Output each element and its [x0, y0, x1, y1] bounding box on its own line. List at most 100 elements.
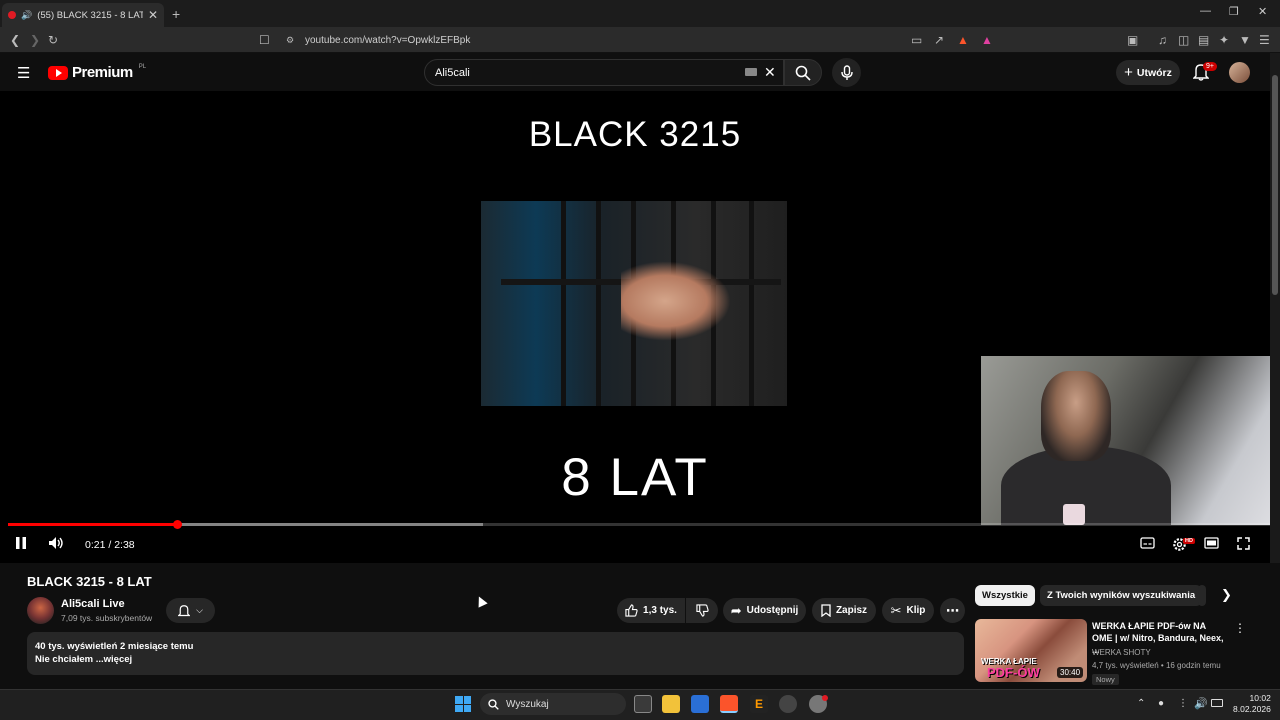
- leo-ai-icon[interactable]: ✦: [1219, 32, 1229, 48]
- clip-button[interactable]: ✂ Klip: [882, 598, 934, 623]
- video-duration: 30:40: [1057, 667, 1084, 678]
- app-notification-dot: [822, 695, 828, 701]
- clock-time: 10:02: [1249, 693, 1271, 703]
- scrollbar[interactable]: [1270, 53, 1280, 563]
- speaker-icon[interactable]: 🔊: [21, 10, 32, 21]
- bell-icon: [178, 604, 191, 616]
- microphone-tray-icon[interactable]: ●: [1158, 698, 1164, 709]
- subscribed-button[interactable]: ⌵: [166, 598, 215, 623]
- browser-tab-bar: [0, 0, 1280, 27]
- youtube-logo[interactable]: Premium PL: [48, 64, 146, 81]
- channel-avatar[interactable]: [27, 597, 54, 624]
- scissors-icon: ✂: [890, 602, 902, 618]
- clock-date: 8.02.2026: [1233, 704, 1271, 714]
- description-box[interactable]: 40 tys. wyświetleń 2 miesiące temu Nie c…: [27, 632, 964, 675]
- new-tab-button[interactable]: +: [172, 6, 180, 22]
- more-vertical-icon[interactable]: ⋮: [1234, 621, 1246, 635]
- site-info-icon[interactable]: ⚙: [286, 32, 294, 48]
- tray-chevron-icon[interactable]: ⌃: [1137, 698, 1145, 709]
- share-icon: ➦: [730, 602, 742, 618]
- thumbs-up-icon: [625, 604, 638, 617]
- taskbar-search[interactable]: Wyszukaj: [480, 693, 626, 715]
- pause-button[interactable]: [15, 536, 27, 553]
- fullscreen-button[interactable]: [1237, 537, 1250, 553]
- task-view-icon[interactable]: [634, 695, 652, 713]
- video-frame-title: BLACK 3215: [528, 115, 742, 154]
- account-avatar[interactable]: [1229, 62, 1250, 83]
- sidebar-icon[interactable]: ◫: [1178, 32, 1189, 48]
- taskbar-search-label: Wyszukaj: [506, 698, 549, 710]
- browser-tab[interactable]: 🔊 (55) BLACK 3215 - 8 LAT - YouTube ✕: [2, 3, 164, 27]
- forward-icon[interactable]: ❯: [30, 32, 40, 48]
- logo-text: Premium: [72, 64, 133, 81]
- share-label: Udostępnij: [746, 605, 799, 616]
- battery-icon[interactable]: [1211, 699, 1223, 707]
- progress-scrubber[interactable]: [173, 520, 182, 529]
- restore-icon[interactable]: ❐: [1229, 5, 1239, 18]
- clip-label: Klip: [906, 605, 926, 616]
- channel-subscribers: 7,09 tys. subskrybentów: [61, 613, 153, 623]
- dislike-button[interactable]: [686, 598, 718, 623]
- app-e-icon[interactable]: E: [750, 695, 768, 713]
- more-actions-button[interactable]: ⋯: [940, 598, 965, 623]
- quality-badge: HD: [1183, 538, 1195, 544]
- chevron-down-icon: ⌵: [196, 605, 203, 615]
- save-button[interactable]: Zapisz: [812, 598, 876, 623]
- thumbs-down-icon: [695, 604, 709, 617]
- share-button[interactable]: ➦ Udostępnij: [723, 598, 806, 623]
- search-icon: [488, 698, 499, 710]
- volume-tray-icon[interactable]: 🔊: [1194, 697, 1208, 710]
- notification-badge: 9+: [1203, 62, 1217, 71]
- search-icon: [795, 65, 811, 81]
- recording-icon: [8, 11, 16, 19]
- thumbnail-text-2: PDF-ÓW: [987, 665, 1040, 680]
- search-value: Ali5cali: [435, 66, 470, 79]
- bookmark-icon[interactable]: ☐: [259, 32, 270, 48]
- network-icon[interactable]: ⋮: [1178, 698, 1188, 709]
- create-button[interactable]: + Utwórz: [1116, 60, 1180, 85]
- like-count: 1,3 tys.: [643, 605, 677, 616]
- keyboard-icon[interactable]: [745, 68, 757, 76]
- close-tab-icon[interactable]: ✕: [148, 9, 158, 21]
- close-window-icon[interactable]: ✕: [1258, 5, 1267, 18]
- subtitles-button[interactable]: [1140, 537, 1155, 552]
- scrollbar-thumb[interactable]: [1272, 75, 1278, 295]
- like-button[interactable]: 1,3 tys.: [617, 598, 685, 623]
- mouse-cursor: [474, 594, 488, 608]
- wallet-icon[interactable]: ▤: [1198, 32, 1209, 48]
- guide-menu-icon[interactable]: ☰: [17, 64, 30, 82]
- video-title: BLACK 3215 - 8 LAT: [27, 574, 152, 589]
- music-icon[interactable]: ♫: [1158, 32, 1167, 48]
- brave-browser-icon[interactable]: [720, 695, 738, 713]
- start-button[interactable]: [455, 696, 471, 712]
- chip-all[interactable]: Wszystkie: [975, 585, 1035, 606]
- chip-partial[interactable]: [1198, 585, 1206, 606]
- recommended-channel[interactable]: WERKA SHOTY: [1092, 648, 1151, 657]
- search-input[interactable]: Ali5cali: [424, 59, 784, 86]
- create-label: Utwórz: [1136, 66, 1172, 79]
- file-explorer-icon[interactable]: [662, 695, 680, 713]
- chip-from-search[interactable]: Z Twoich wyników wyszukiwania: [1040, 585, 1203, 606]
- channel-name[interactable]: Ali5cali Live: [61, 598, 125, 610]
- menu-icon[interactable]: ☰: [1259, 32, 1270, 48]
- cast-icon[interactable]: ▭: [911, 32, 922, 48]
- logo-region: PL: [138, 63, 147, 70]
- theater-mode-button[interactable]: [1204, 537, 1219, 552]
- address-bar[interactable]: youtube.com/watch?v=OpwklzEFBpk: [280, 29, 1000, 51]
- minimize-icon[interactable]: —: [1200, 5, 1211, 17]
- store-icon[interactable]: [691, 695, 709, 713]
- brave-shields-icon[interactable]: ▲: [957, 32, 969, 48]
- system-clock[interactable]: 10:02 8.02.2026: [1233, 693, 1271, 715]
- back-icon[interactable]: ❮: [10, 32, 20, 48]
- chevron-right-icon[interactable]: ❯: [1221, 587, 1232, 603]
- app-game-icon[interactable]: [779, 695, 797, 713]
- share-page-icon[interactable]: ↗: [934, 32, 944, 48]
- brave-rewards-icon[interactable]: ▲: [981, 32, 993, 48]
- voice-search-button[interactable]: [832, 58, 861, 87]
- volume-button[interactable]: [48, 536, 64, 553]
- clear-search-icon[interactable]: ✕: [764, 64, 776, 81]
- vpn-icon[interactable]: ▼: [1239, 32, 1251, 48]
- screenshot-icon[interactable]: ▣: [1127, 32, 1138, 48]
- search-button[interactable]: [784, 59, 822, 86]
- reload-icon[interactable]: ↻: [48, 32, 58, 48]
